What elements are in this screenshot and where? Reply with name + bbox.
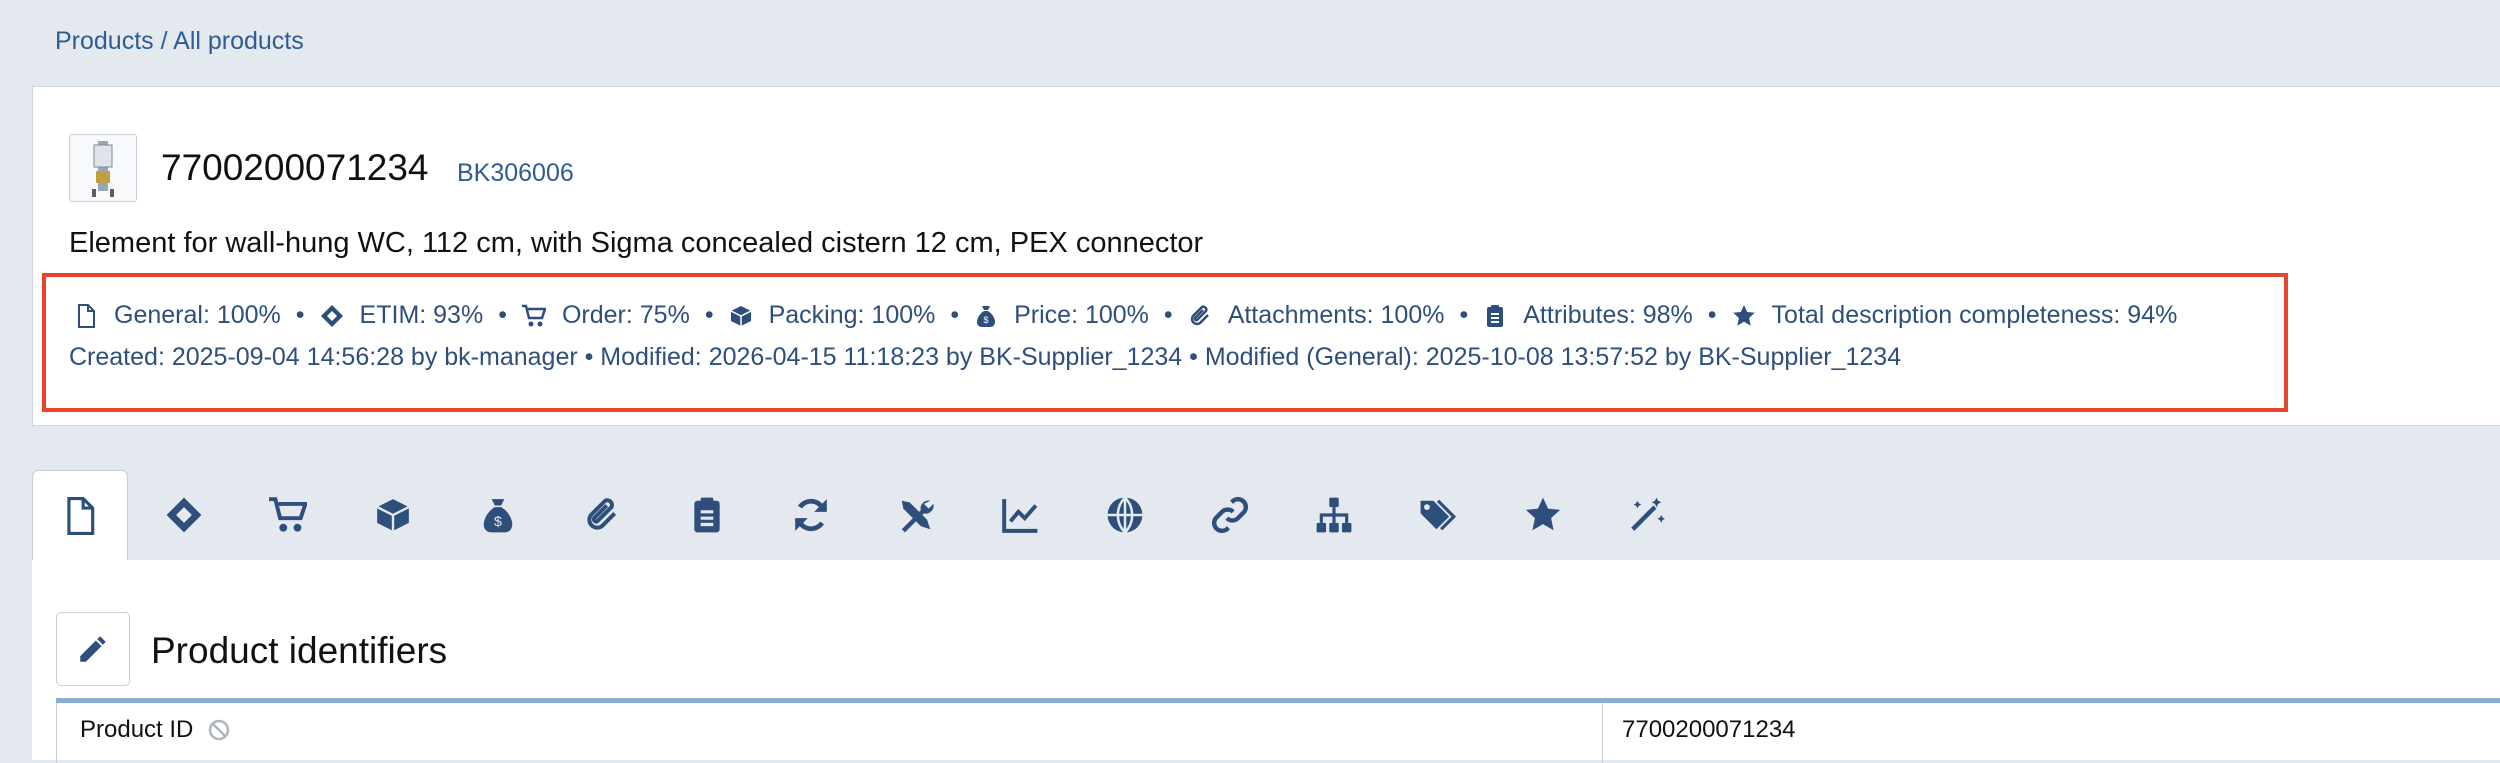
breadcrumb-products-link[interactable]: Products xyxy=(55,27,154,55)
tab-attributes[interactable] xyxy=(659,470,755,560)
product-id-title: 7700200071234 xyxy=(161,147,429,188)
completeness-attributes-label: Attributes: 98% xyxy=(1523,301,1693,329)
product-header-card: 7700200071234 BK306006 Element for wall-… xyxy=(32,86,2500,426)
paperclip-icon xyxy=(587,498,617,530)
completeness-price: $ Price: 100% xyxy=(974,301,1149,330)
star-icon xyxy=(1732,304,1755,326)
completeness-attributes: Attributes: 98% xyxy=(1483,301,1693,330)
product-id-label: Product ID xyxy=(80,716,231,744)
tab-price[interactable]: $ xyxy=(450,470,546,560)
sitemap-icon xyxy=(1316,497,1352,533)
tools-icon xyxy=(901,500,934,533)
breadcrumb: Products / All products xyxy=(55,27,304,56)
section-title: Product identifiers xyxy=(151,630,448,671)
completeness-price-label: Price: 100% xyxy=(1014,301,1149,329)
cart-icon xyxy=(269,497,307,532)
chart-line-icon xyxy=(1002,499,1038,533)
tab-bar: $ xyxy=(32,470,2500,561)
completeness-order: Order: 75% xyxy=(521,301,690,330)
breadcrumb-all-products-link[interactable]: All products xyxy=(173,27,304,55)
tab-attachments[interactable] xyxy=(554,470,650,560)
sync-icon xyxy=(795,498,827,532)
separator-dot: • xyxy=(1459,301,1469,329)
product-thumbnail[interactable] xyxy=(69,134,137,202)
completeness-total: Total description completeness: 94% xyxy=(1732,301,2178,330)
completeness-attachments: Attachments: 100% xyxy=(1188,301,1445,330)
completeness-general: General: 100% xyxy=(74,301,281,330)
tab-statistics[interactable] xyxy=(972,470,1068,560)
completeness-general-label: General: 100% xyxy=(114,301,281,329)
tab-tags[interactable] xyxy=(1390,470,1486,560)
magic-wand-icon xyxy=(1631,497,1666,531)
box-icon xyxy=(376,499,410,531)
product-id-label-text: Product ID xyxy=(80,716,194,743)
separator-dot: • xyxy=(1707,301,1717,329)
completeness-line: General: 100% • ETIM: 93% • Order: 75% •… xyxy=(74,301,2177,330)
completeness-packing: Packing: 100% xyxy=(729,301,936,330)
tab-favorites[interactable] xyxy=(1495,470,1591,560)
etim-icon xyxy=(320,304,343,327)
file-icon xyxy=(67,497,95,535)
ban-icon xyxy=(209,719,230,741)
product-description: Element for wall-hung WC, 112 cm, with S… xyxy=(69,227,1204,259)
tab-relations[interactable] xyxy=(1182,470,1278,560)
money-bag-icon: $ xyxy=(977,305,996,327)
tab-general[interactable] xyxy=(32,470,128,561)
tab-packing[interactable] xyxy=(345,470,441,560)
tab-ai-tools[interactable] xyxy=(1599,470,1695,560)
separator-dot: • xyxy=(498,301,507,329)
supplier-id-link[interactable]: BK306006 xyxy=(457,159,574,188)
completeness-attachments-label: Attachments: 100% xyxy=(1227,301,1445,329)
separator-dot: • xyxy=(950,301,960,329)
star-icon xyxy=(1525,497,1561,531)
completeness-total-label: Total description completeness: 94% xyxy=(1771,301,2178,329)
file-icon xyxy=(78,303,95,328)
completeness-order-label: Order: 75% xyxy=(561,301,690,329)
separator-dot: • xyxy=(1163,301,1173,329)
audit-info: Created: 2025-09-04 14:56:28 by bk-manag… xyxy=(69,343,1902,371)
pencil-icon xyxy=(80,636,106,662)
svg-text:$: $ xyxy=(494,514,502,530)
clipboard-icon xyxy=(694,497,720,533)
tab-tools[interactable] xyxy=(868,470,964,560)
tab-order[interactable] xyxy=(240,470,336,560)
tab-language[interactable] xyxy=(1077,470,1173,560)
completeness-packing-label: Packing: 100% xyxy=(768,301,936,329)
box-icon xyxy=(730,305,751,326)
table-row xyxy=(56,703,1635,763)
breadcrumb-separator: / xyxy=(153,27,174,55)
separator-dot: • xyxy=(295,301,305,329)
tab-hierarchy[interactable] xyxy=(1286,470,1382,560)
tab-sync[interactable] xyxy=(763,470,859,560)
svg-text:$: $ xyxy=(984,315,989,325)
tab-content-general: Product identifiers Product ID 770020007… xyxy=(32,560,2500,763)
tab-etim[interactable] xyxy=(136,470,232,560)
etim-icon xyxy=(166,497,202,533)
product-id-value: 7700200071234 xyxy=(1622,716,1796,743)
link-icon xyxy=(1211,496,1249,534)
paperclip-icon xyxy=(1190,304,1209,325)
tags-icon xyxy=(1420,499,1457,531)
clipboard-icon xyxy=(1487,304,1504,327)
completeness-etim-label: ETIM: 93% xyxy=(359,301,484,329)
edit-button[interactable] xyxy=(56,612,130,686)
cart-icon xyxy=(521,304,546,326)
separator-dot: • xyxy=(704,301,714,329)
completeness-etim: ETIM: 93% xyxy=(320,301,484,330)
globe-icon xyxy=(1107,496,1143,534)
money-bag-icon: $ xyxy=(483,499,513,533)
completeness-summary: General: 100% • ETIM: 93% • Order: 75% •… xyxy=(42,273,2288,412)
